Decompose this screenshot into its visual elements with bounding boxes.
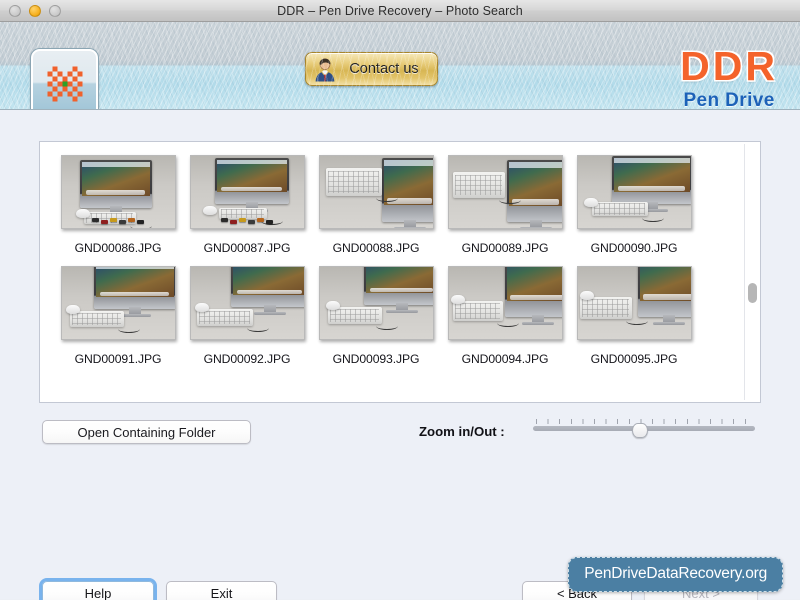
close-button[interactable] — [9, 4, 21, 17]
exit-button-label: Exit — [210, 586, 233, 600]
contact-us-label: Contact us — [349, 61, 419, 77]
watermark-badge: PenDriveDataRecovery.org — [568, 557, 783, 592]
thumbnail-image[interactable] — [189, 266, 305, 340]
contact-us-button[interactable]: Contact us — [305, 52, 438, 86]
thumbnail-filename: GND00086.JPG — [74, 241, 162, 255]
thumbnail-filename: GND00087.JPG — [203, 241, 291, 255]
thumbnail-image[interactable] — [189, 155, 305, 229]
thumbnail-grid: GND00086.JPG GND00087.JPG GND00088.JPG GND0… — [40, 142, 740, 402]
zoom-button[interactable] — [49, 4, 61, 17]
zoom-slider-label: Zoom in/Out : — [419, 424, 505, 439]
thumbnail-image[interactable] — [576, 155, 692, 229]
checker-pattern — [42, 62, 87, 107]
thumbnail-filename: GND00093.JPG — [332, 352, 420, 366]
brand-subtitle: Pen Drive — [683, 90, 775, 110]
thumbnail-filename: GND00090.JPG — [590, 241, 678, 255]
thumbnail-image[interactable] — [318, 266, 434, 340]
thumbnail-item[interactable]: GND00090.JPG — [570, 155, 698, 266]
thumbnail-filename: GND00088.JPG — [332, 241, 420, 255]
thumbnail-image[interactable] — [60, 155, 176, 229]
brand-logo: DDR Pen Drive — [680, 43, 778, 110]
exit-button[interactable]: Exit — [166, 581, 277, 600]
thumbnail-item[interactable]: GND00087.JPG — [183, 155, 311, 266]
thumbnail-image[interactable] — [447, 155, 563, 229]
open-containing-folder-button[interactable]: Open Containing Folder — [42, 420, 251, 444]
open-containing-folder-label: Open Containing Folder — [77, 424, 216, 440]
thumbnail-image[interactable] — [447, 266, 563, 340]
thumbnail-item[interactable]: GND00094.JPG — [441, 266, 569, 377]
thumbnail-filename: GND00092.JPG — [203, 352, 291, 366]
thumbnail-image[interactable] — [60, 266, 176, 340]
thumbnail-item[interactable]: GND00088.JPG — [312, 155, 440, 266]
person-icon — [313, 57, 337, 82]
thumbnail-item[interactable]: GND00095.JPG — [570, 266, 698, 377]
brand-title: DDR — [680, 43, 778, 89]
gallery-scrollbar-thumb[interactable] — [748, 283, 757, 303]
thumbnail-item[interactable]: GND00092.JPG — [183, 266, 311, 377]
thumbnail-filename: GND00094.JPG — [461, 352, 549, 366]
thumbnail-image[interactable] — [576, 266, 692, 340]
thumbnail-item[interactable]: GND00093.JPG — [312, 266, 440, 377]
zoom-slider-thumb[interactable] — [631, 423, 648, 438]
thumbnail-item[interactable]: GND00086.JPG — [54, 155, 182, 266]
main-content: GND00086.JPG GND00087.JPG GND00088.JPG GND0… — [0, 110, 800, 600]
minimize-button[interactable] — [29, 4, 41, 17]
help-button[interactable]: Help — [42, 581, 154, 600]
zoom-slider[interactable] — [533, 415, 755, 443]
gallery-scrollbar[interactable] — [744, 144, 758, 400]
app-header-banner: Contact us DDR Pen Drive — [0, 22, 800, 110]
thumbnail-row: GND00086.JPG GND00087.JPG GND00088.JPG GND0… — [54, 155, 740, 266]
thumbnail-filename: GND00089.JPG — [461, 241, 549, 255]
photo-results-panel: GND00086.JPG GND00087.JPG GND00088.JPG GND0… — [39, 141, 761, 403]
window-title: DDR – Pen Drive Recovery – Photo Search — [277, 3, 523, 18]
application-window: DDR – Pen Drive Recovery – Photo Search … — [0, 0, 800, 600]
window-titlebar: DDR – Pen Drive Recovery – Photo Search — [0, 0, 800, 22]
window-controls — [9, 4, 61, 17]
help-button-label: Help — [84, 586, 112, 600]
thumbnail-image[interactable] — [318, 155, 434, 229]
thumbnail-filename: GND00095.JPG — [590, 352, 678, 366]
ddr-checker-logo-icon — [31, 49, 98, 109]
thumbnail-filename: GND00091.JPG — [74, 352, 162, 366]
thumbnail-item[interactable]: GND00091.JPG — [54, 266, 182, 377]
thumbnail-row: GND00091.JPG GND00092.JPG GND00093.JPG GND0… — [54, 266, 740, 377]
thumbnail-item[interactable]: GND00089.JPG — [441, 155, 569, 266]
